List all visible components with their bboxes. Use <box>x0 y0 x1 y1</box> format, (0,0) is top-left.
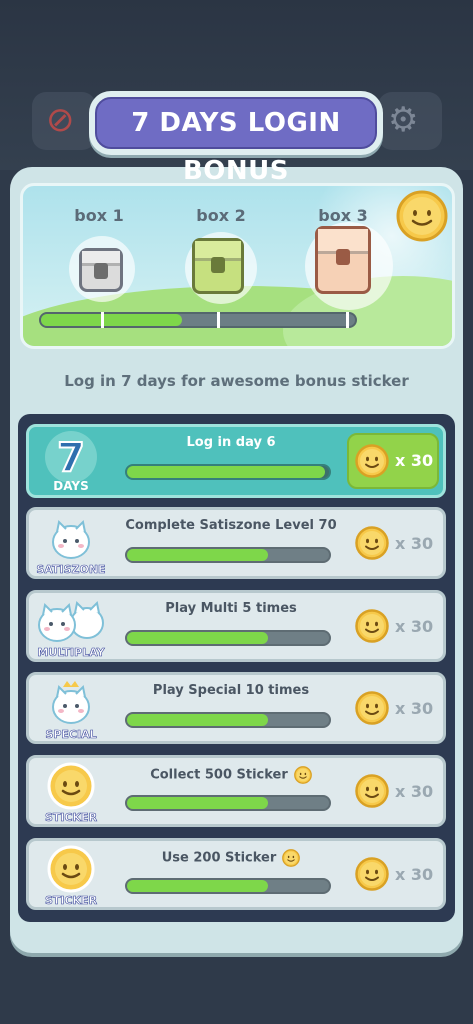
progress-tick <box>101 312 104 328</box>
task-reward: x 30 <box>349 687 443 731</box>
reward-amount: x 30 <box>395 617 434 636</box>
task-description: Play Special 10 times <box>125 683 337 698</box>
box-1-chest-icon[interactable] <box>79 248 123 292</box>
task-text: Play Multi 5 times <box>165 601 297 616</box>
box-1-label: box 1 <box>74 206 124 225</box>
task-text: Play Special 10 times <box>152 683 310 698</box>
reward-amount: x 30 <box>395 451 434 470</box>
sticker-coin-icon: STICKER <box>35 762 107 825</box>
task-row[interactable]: SPECIAL Play Special 10 times x 30 <box>26 672 446 744</box>
title-banner: 7 DAYS LOGIN BONUS <box>89 91 383 186</box>
task-text: Collect 500 Sticker <box>150 767 288 783</box>
task-progress-bar <box>125 464 331 480</box>
task-progress-bar <box>125 795 331 811</box>
progress-tick <box>346 312 349 328</box>
special-crown-cat-icon: SPECIAL <box>35 679 107 742</box>
subtitle: Log in 7 days for awesome bonus sticker <box>64 372 409 390</box>
task-icon-label: STICKER <box>44 894 98 908</box>
task-row[interactable]: STICKER Collect 500 Sticker x 30 <box>26 755 446 827</box>
box-2-label: box 2 <box>196 206 246 225</box>
coin-icon <box>355 857 389 891</box>
task-progress-fill <box>127 714 269 726</box>
reward-boxes-scene: box 1 box 2 box 3 <box>20 183 455 349</box>
task-progress-fill <box>127 466 325 478</box>
task-progress-fill <box>127 549 269 561</box>
sun-coin-icon <box>396 190 448 242</box>
task-description: Complete Satiszone Level 70 <box>125 518 337 533</box>
task-text: Use 200 Sticker <box>161 850 277 866</box>
task-progress-bar <box>125 712 331 728</box>
task-reward: x 30 <box>349 605 443 649</box>
sticker-coin-icon <box>293 766 312 784</box>
overall-progress-bar <box>39 312 357 328</box>
coin-icon <box>355 691 389 725</box>
no-ads-icon: ⊘ <box>46 100 75 140</box>
coin-icon <box>355 609 389 643</box>
coin-icon <box>355 774 389 808</box>
sticker-coin-icon <box>282 849 301 867</box>
task-icon-label: SPECIAL <box>45 728 97 742</box>
task-progress-bar <box>125 547 331 563</box>
claim-reward-button[interactable]: x 30 <box>347 433 439 489</box>
task-progress-fill <box>127 632 269 644</box>
box-2-chest-icon[interactable] <box>192 238 244 294</box>
task-reward: x 30 <box>349 522 443 566</box>
task-description: Collect 500 Sticker <box>125 766 337 784</box>
overall-progress-fill <box>41 314 183 326</box>
task-row[interactable]: SATISZONE Complete Satiszone Level 70 x 30 <box>26 507 446 579</box>
task-text: Complete Satiszone Level 70 <box>125 518 337 533</box>
task-icon-label: MULTIPLAY <box>37 646 105 660</box>
page-title: 7 DAYS LOGIN BONUS <box>95 97 377 186</box>
progress-tick <box>217 312 220 328</box>
svg-text:7: 7 <box>57 435 85 481</box>
task-progress-fill <box>127 797 269 809</box>
sticker-coin-icon: STICKER <box>35 845 107 908</box>
multiplay-cats-icon: MULTIPLAY <box>35 597 107 660</box>
task-row[interactable]: MULTIPLAY Play Multi 5 times x 30 <box>26 590 446 662</box>
reward-amount: x 30 <box>395 534 434 553</box>
reward-amount: x 30 <box>395 865 434 884</box>
seven-days-icon: 7 DAYS <box>35 431 107 493</box>
task-progress-bar <box>125 630 331 646</box>
task-progress-bar <box>125 878 331 894</box>
task-progress-fill <box>127 880 269 892</box>
task-row[interactable]: 7 DAYS Log in day 6 x 30 <box>26 424 446 498</box>
reward-amount: x 30 <box>395 699 434 718</box>
task-description: Log in day 6 <box>125 435 337 450</box>
task-reward: x 30 <box>349 770 443 814</box>
task-icon-label: DAYS <box>53 479 89 493</box>
reward-amount: x 30 <box>395 782 434 801</box>
task-icon-label: SATISZONE <box>36 563 106 577</box>
task-icon-label: STICKER <box>44 811 98 825</box>
task-description: Play Multi 5 times <box>125 601 337 616</box>
task-text: Log in day 6 <box>186 435 276 450</box>
task-description: Use 200 Sticker <box>125 849 337 867</box>
coin-icon <box>355 526 389 560</box>
task-row[interactable]: STICKER Use 200 Sticker x 30 <box>26 838 446 910</box>
satiszone-cat-icon: SATISZONE <box>35 514 107 577</box>
gear-icon: ⚙ <box>388 100 419 140</box>
task-reward: x 30 <box>349 853 443 897</box>
coin-icon <box>355 444 389 478</box>
box-3-chest-icon[interactable] <box>315 226 371 294</box>
